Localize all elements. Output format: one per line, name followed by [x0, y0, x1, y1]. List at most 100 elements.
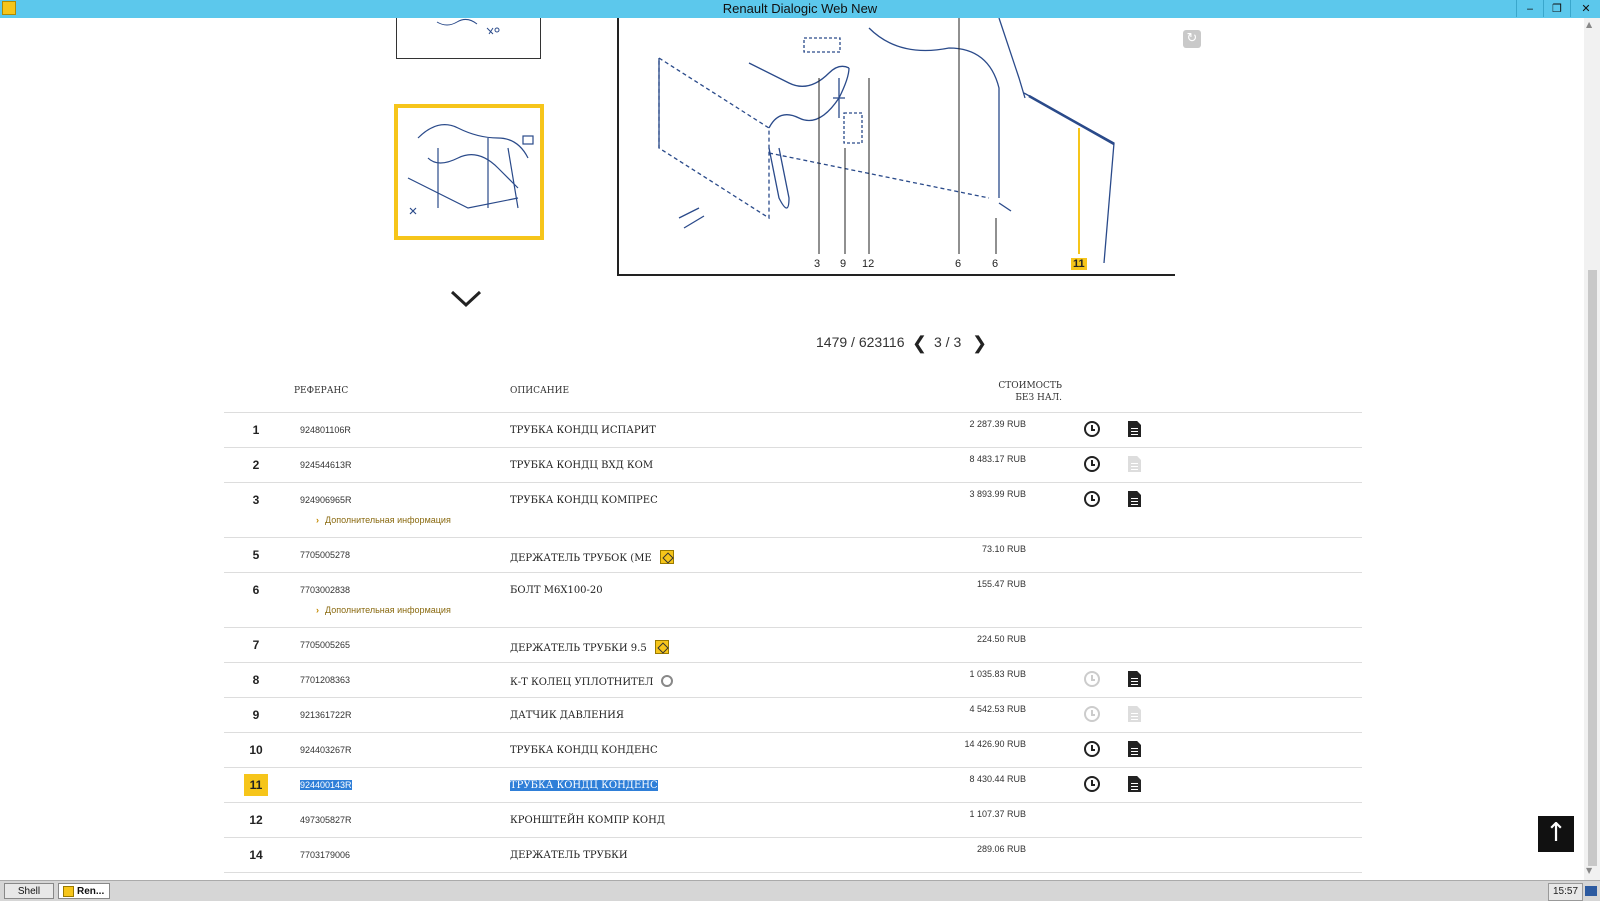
table-row[interactable]: 6 7703002838 БОЛТ М6Х100-20 155.47 RUB ›…: [224, 573, 1362, 628]
table-row[interactable]: 8 7701208363 К-Т КОЛЕЦ УПЛОТНИТЕЛ 1 035.…: [224, 663, 1362, 698]
row-ref[interactable]: 7705005278: [300, 550, 350, 560]
row-price: 4 542.53 RUB: [969, 704, 1026, 714]
row-number: 8: [252, 673, 260, 687]
row-desc-wrap: К-Т КОЛЕЦ УПЛОТНИТЕЛ: [510, 675, 674, 688]
row-desc: ДЕРЖАТЕЛЬ ТРУБКИ: [510, 850, 628, 861]
callout-label[interactable]: 12: [862, 258, 874, 270]
row-desc: ДЕРЖАТЕЛЬ ТРУБОК (МЕ: [510, 553, 652, 564]
table-row[interactable]: 10 924403267R ТРУБКА КОНДЦ КОНДЕНС 14 42…: [224, 733, 1362, 768]
scroll-down-arrow-icon[interactable]: ▼: [1586, 866, 1592, 875]
row-ref[interactable]: 497305827R: [300, 815, 352, 825]
row-ref[interactable]: 924801106R: [300, 425, 351, 435]
history-clock-icon[interactable]: [1084, 776, 1100, 792]
row-ref[interactable]: 921361722R: [300, 710, 352, 720]
row-price: 1 035.83 RUB: [969, 669, 1026, 679]
row-desc: ТРУБКА КОНДЦ ВХД КОМ: [510, 460, 654, 471]
restore-button[interactable]: ❐: [1543, 0, 1570, 17]
row-price: 224.50 RUB: [976, 634, 1026, 644]
additional-info-label: Дополнительная информация: [325, 515, 451, 525]
table-row[interactable]: 9 921361722R ДАТЧИК ДАВЛЕНИЯ 4 542.53 RU…: [224, 698, 1362, 733]
header-price-line2: БЕЗ НАЛ.: [1015, 393, 1062, 403]
row-price: 14 426.90 RUB: [964, 739, 1026, 749]
taskbar-item-shell[interactable]: Shell: [4, 883, 54, 899]
kit-gear-icon[interactable]: [661, 675, 674, 687]
history-clock-icon[interactable]: [1084, 421, 1100, 437]
table-row[interactable]: 7 7705005265 ДЕРЖАТЕЛЬ ТРУБКИ 9.5 224.50…: [224, 628, 1362, 663]
table-row[interactable]: 2 924544613R ТРУБКА КОНДЦ ВХД КОМ 8 483.…: [224, 448, 1362, 483]
table-row-selected[interactable]: 11 924400143R ТРУБКА КОНДЦ КОНДЕНС 8 430…: [224, 768, 1362, 803]
diagram-thumbnail-3-selected[interactable]: [394, 104, 544, 240]
document-icon-disabled: [1128, 456, 1141, 472]
document-icon[interactable]: [1128, 421, 1141, 437]
row-number: 6: [252, 583, 260, 597]
row-number: 5: [252, 548, 260, 562]
interchangeable-part-icon[interactable]: [654, 640, 669, 654]
row-desc: К-Т КОЛЕЦ УПЛОТНИТЕЛ: [510, 677, 654, 688]
additional-info-link[interactable]: › Дополнительная информация: [316, 515, 451, 525]
chevron-left-icon[interactable]: ❮: [912, 333, 927, 354]
close-button[interactable]: ✕: [1570, 0, 1600, 17]
table-row[interactable]: 12 497305827R КРОНШТЕЙН КОМПР КОНД 1 107…: [224, 803, 1362, 838]
callout-label[interactable]: 6: [992, 258, 998, 270]
pager-page: 3 / 3: [934, 334, 962, 350]
document-icon[interactable]: [1128, 671, 1141, 687]
row-number: 7: [252, 638, 260, 652]
back-to-top-arrow-icon[interactable]: ↑: [1538, 816, 1574, 852]
table-row[interactable]: 3 924906965R ТРУБКА КОНДЦ КОМПРЕС 3 893.…: [224, 483, 1362, 538]
window-titlebar: Renault Dialogic Web New ‒ ❐ ✕: [0, 0, 1600, 18]
chevron-right-icon[interactable]: ❯: [972, 333, 987, 354]
row-desc-wrap: ДЕРЖАТЕЛЬ ТРУБОК (МЕ: [510, 550, 674, 564]
row-number: 2: [252, 458, 260, 472]
header-ref: РЕФЕРАНС: [294, 386, 349, 396]
additional-info-link[interactable]: › Дополнительная информация: [316, 605, 451, 615]
callout-label[interactable]: 9: [840, 258, 846, 270]
row-desc: ТРУБКА КОНДЦ КОНДЕНС: [510, 745, 658, 756]
table-row[interactable]: 5 7705005278 ДЕРЖАТЕЛЬ ТРУБОК (МЕ 73.10 …: [224, 538, 1362, 573]
row-ref[interactable]: 924906965R: [300, 495, 352, 505]
row-price: 155.47 RUB: [976, 579, 1026, 589]
row-number: 11: [244, 774, 268, 796]
row-ref[interactable]: 924544613R: [300, 460, 352, 470]
row-desc: ТРУБКА КОНДЦ КОНДЕНС: [510, 780, 658, 791]
document-icon[interactable]: [1128, 776, 1141, 792]
tray-language-icon[interactable]: [1585, 886, 1597, 896]
chevron-right-icon: ›: [316, 605, 319, 615]
system-clock[interactable]: 15:57: [1548, 883, 1584, 901]
document-icon[interactable]: [1128, 741, 1141, 757]
row-ref[interactable]: 924400143R: [300, 780, 352, 790]
taskbar-item-renault[interactable]: Ren...: [58, 883, 110, 899]
header-desc: ОПИСАНИЕ: [510, 386, 570, 396]
diagram-thumbnail-2[interactable]: [396, 18, 541, 59]
scrollbar-thumb[interactable]: [1588, 270, 1597, 866]
history-clock-icon[interactable]: [1084, 491, 1100, 507]
parts-diagram[interactable]: 3 9 12 6 6 11: [617, 17, 1175, 276]
row-ref[interactable]: 924403267R: [300, 745, 352, 755]
minimize-button[interactable]: ‒: [1516, 0, 1543, 17]
row-ref[interactable]: 7705005265: [300, 640, 350, 650]
table-row[interactable]: 1 924801106R ТРУБКА КОНДЦ ИСПАРИТ 2 287.…: [224, 413, 1362, 448]
callout-label[interactable]: 3: [814, 258, 820, 270]
document-icon-disabled: [1128, 706, 1141, 722]
taskbar-item-label: Ren...: [77, 886, 105, 897]
history-clock-icon[interactable]: [1084, 456, 1100, 472]
row-ref[interactable]: 7703002838: [300, 585, 350, 595]
row-ref[interactable]: 7701208363: [300, 675, 350, 685]
history-clock-icon[interactable]: [1084, 741, 1100, 757]
row-number: 1: [252, 423, 260, 437]
callout-label-highlighted[interactable]: 11: [1071, 258, 1087, 270]
document-icon[interactable]: [1128, 491, 1141, 507]
row-price: 73.10 RUB: [981, 544, 1026, 554]
chevron-down-icon[interactable]: [449, 287, 483, 309]
interchangeable-part-icon[interactable]: [659, 550, 674, 564]
rotate-icon[interactable]: ↻: [1183, 30, 1201, 48]
row-price: 8 483.17 RUB: [969, 454, 1026, 464]
callout-label[interactable]: 6: [955, 258, 961, 270]
row-price: 2 287.39 RUB: [969, 419, 1026, 429]
pager-count: 1479 / 623116: [816, 334, 905, 350]
row-number: 9: [252, 708, 260, 722]
scroll-up-arrow-icon[interactable]: ▲: [1586, 20, 1592, 29]
row-ref[interactable]: 7703179006: [300, 850, 350, 860]
row-price: 289.06 RUB: [976, 844, 1026, 854]
table-row[interactable]: 14 7703179006 ДЕРЖАТЕЛЬ ТРУБКИ 289.06 RU…: [224, 838, 1362, 873]
row-number: 3: [252, 493, 260, 507]
